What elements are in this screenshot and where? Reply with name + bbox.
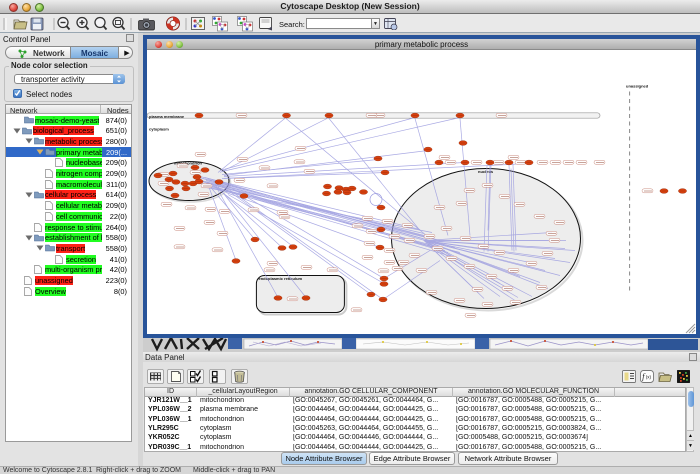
svg-text:endoplasmic reticulum: endoplasmic reticulum xyxy=(259,276,303,281)
svg-text:unassigned: unassigned xyxy=(626,84,649,89)
svg-text:plasma membrane: plasma membrane xyxy=(149,114,185,119)
svg-text:cytoplasm: cytoplasm xyxy=(149,127,169,132)
svg-text:nucleus: nucleus xyxy=(478,169,494,174)
svg-text:(x): (x) xyxy=(646,375,652,380)
